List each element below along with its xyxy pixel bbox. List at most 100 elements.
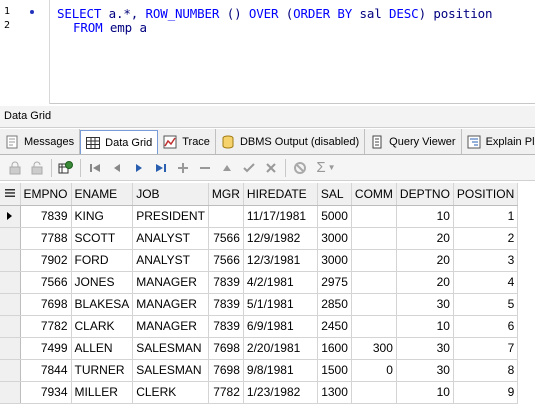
cell-comm[interactable] bbox=[351, 227, 397, 250]
cell-empno[interactable]: 7844 bbox=[20, 359, 72, 382]
cell-empno[interactable]: 7839 bbox=[20, 205, 72, 228]
tab-messages[interactable]: Messages bbox=[0, 129, 81, 154]
cell-sal[interactable]: 2450 bbox=[317, 315, 352, 338]
cell-mgr[interactable]: 7698 bbox=[208, 337, 244, 360]
cell-empno[interactable]: 7566 bbox=[20, 271, 72, 294]
cell-mgr[interactable]: 7839 bbox=[208, 315, 244, 338]
cell-deptno[interactable]: 20 bbox=[396, 271, 454, 294]
row-indicator[interactable] bbox=[0, 381, 21, 404]
cell-empno[interactable]: 7499 bbox=[20, 337, 72, 360]
cell-hiredate[interactable]: 2/20/1981 bbox=[243, 337, 318, 360]
cell-comm[interactable]: 300 bbox=[351, 337, 397, 360]
column-header-deptno[interactable]: DEPTNO bbox=[396, 183, 454, 206]
cell-ename[interactable]: CLARK bbox=[71, 315, 134, 338]
table-row[interactable]: 7934 MILLER CLERK 7782 1/23/1982 1300 10 9 bbox=[0, 381, 519, 404]
cell-sal[interactable]: 3000 bbox=[317, 249, 352, 272]
row-indicator[interactable] bbox=[0, 315, 21, 338]
cell-hiredate[interactable]: 9/8/1981 bbox=[243, 359, 318, 382]
cell-job[interactable]: MANAGER bbox=[132, 271, 209, 294]
code-line-2[interactable]: FROM emp a bbox=[73, 20, 147, 35]
cell-position[interactable]: 6 bbox=[453, 315, 519, 338]
cell-position[interactable]: 9 bbox=[453, 381, 519, 404]
tab-dbms-output[interactable]: DBMS Output (disabled) bbox=[216, 129, 366, 154]
cell-mgr[interactable]: 7566 bbox=[208, 249, 244, 272]
cell-ename[interactable]: JONES bbox=[71, 271, 134, 294]
table-row[interactable]: 7844 TURNER SALESMAN 7698 9/8/1981 1500 0 30 8 bbox=[0, 359, 519, 382]
cell-deptno[interactable]: 30 bbox=[396, 337, 454, 360]
cell-mgr[interactable]: 7782 bbox=[208, 381, 244, 404]
last-record-icon[interactable] bbox=[150, 157, 172, 179]
cell-ename[interactable]: BLAKESA bbox=[71, 293, 134, 316]
cell-empno[interactable]: 7934 bbox=[20, 381, 72, 404]
cell-deptno[interactable]: 10 bbox=[396, 205, 454, 228]
cell-empno[interactable]: 7788 bbox=[20, 227, 72, 250]
cell-job[interactable]: SALESMAN bbox=[132, 359, 209, 382]
cell-sal[interactable]: 2850 bbox=[317, 293, 352, 316]
unlock-icon[interactable] bbox=[26, 157, 48, 179]
first-record-icon[interactable] bbox=[84, 157, 106, 179]
cell-hiredate[interactable]: 4/2/1981 bbox=[243, 271, 318, 294]
cell-hiredate[interactable]: 11/17/1981 bbox=[243, 205, 318, 228]
post-edit-icon[interactable] bbox=[238, 157, 260, 179]
edit-record-icon[interactable] bbox=[216, 157, 238, 179]
column-header-position[interactable]: POSITION bbox=[453, 183, 519, 206]
cell-deptno[interactable]: 20 bbox=[396, 227, 454, 250]
cell-sal[interactable]: 1600 bbox=[317, 337, 352, 360]
cell-ename[interactable]: MILLER bbox=[71, 381, 134, 404]
cell-position[interactable]: 2 bbox=[453, 227, 519, 250]
column-header-hiredate[interactable]: HIREDATE bbox=[243, 183, 318, 206]
cell-position[interactable]: 1 bbox=[453, 205, 519, 228]
table-row[interactable]: 7566 JONES MANAGER 7839 4/2/1981 2975 20 4 bbox=[0, 271, 519, 294]
row-indicator[interactable] bbox=[0, 293, 21, 316]
cell-ename[interactable]: KING bbox=[71, 205, 134, 228]
table-row[interactable]: 7782 CLARK MANAGER 7839 6/9/1981 2450 10 6 bbox=[0, 315, 519, 338]
cell-deptno[interactable]: 20 bbox=[396, 249, 454, 272]
tab-trace[interactable]: Trace bbox=[158, 129, 216, 154]
column-header-comm[interactable]: COMM bbox=[351, 183, 397, 206]
cell-sal[interactable]: 5000 bbox=[317, 205, 352, 228]
column-header-ename[interactable]: ENAME bbox=[71, 183, 134, 206]
sql-editor[interactable]: 1 2 SELECT a.*, ROW_NUMBER () OVER (ORDE… bbox=[0, 0, 535, 104]
cell-comm[interactable] bbox=[351, 315, 397, 338]
row-indicator[interactable] bbox=[0, 205, 21, 228]
cell-hiredate[interactable]: 12/3/1981 bbox=[243, 249, 318, 272]
cell-comm[interactable] bbox=[351, 293, 397, 316]
cell-hiredate[interactable]: 1/23/1982 bbox=[243, 381, 318, 404]
cell-position[interactable]: 5 bbox=[453, 293, 519, 316]
cell-job[interactable]: CLERK bbox=[132, 381, 209, 404]
column-header-mgr[interactable]: MGR bbox=[208, 183, 244, 206]
row-indicator[interactable] bbox=[0, 227, 21, 250]
row-indicator[interactable] bbox=[0, 271, 21, 294]
cell-empno[interactable]: 7782 bbox=[20, 315, 72, 338]
cell-position[interactable]: 3 bbox=[453, 249, 519, 272]
cell-comm[interactable] bbox=[351, 249, 397, 272]
cell-ename[interactable]: SCOTT bbox=[71, 227, 134, 250]
cell-sal[interactable]: 1500 bbox=[317, 359, 352, 382]
cell-mgr[interactable]: 7698 bbox=[208, 359, 244, 382]
cell-mgr[interactable]: 7839 bbox=[208, 293, 244, 316]
table-row[interactable]: 7902 FORD ANALYST 7566 12/3/1981 3000 20 3 bbox=[0, 249, 519, 272]
cell-deptno[interactable]: 30 bbox=[396, 293, 454, 316]
refresh-grid-icon[interactable] bbox=[55, 157, 77, 179]
tab-explain-plan[interactable]: Explain Plan bbox=[462, 129, 535, 154]
table-row[interactable]: 7839 KING PRESIDENT 11/17/1981 5000 10 1 bbox=[0, 205, 519, 228]
row-indicator[interactable] bbox=[0, 359, 21, 382]
cell-hiredate[interactable]: 12/9/1982 bbox=[243, 227, 318, 250]
column-header-sal[interactable]: SAL bbox=[317, 183, 352, 206]
refresh-icon[interactable] bbox=[289, 157, 311, 179]
cell-sal[interactable]: 3000 bbox=[317, 227, 352, 250]
cell-empno[interactable]: 7902 bbox=[20, 249, 72, 272]
insert-record-icon[interactable] bbox=[172, 157, 194, 179]
cell-comm[interactable] bbox=[351, 271, 397, 294]
next-record-icon[interactable] bbox=[128, 157, 150, 179]
cell-job[interactable]: SALESMAN bbox=[132, 337, 209, 360]
cell-ename[interactable]: FORD bbox=[71, 249, 134, 272]
cell-position[interactable]: 4 bbox=[453, 271, 519, 294]
lock-icon[interactable] bbox=[4, 157, 26, 179]
table-row[interactable]: 7788 SCOTT ANALYST 7566 12/9/1982 3000 20 2 bbox=[0, 227, 519, 250]
cell-job[interactable]: PRESIDENT bbox=[132, 205, 209, 228]
cell-deptno[interactable]: 10 bbox=[396, 381, 454, 404]
cell-deptno[interactable]: 10 bbox=[396, 315, 454, 338]
cell-hiredate[interactable]: 6/9/1981 bbox=[243, 315, 318, 338]
tab-query-viewer[interactable]: Query Viewer bbox=[365, 129, 462, 154]
